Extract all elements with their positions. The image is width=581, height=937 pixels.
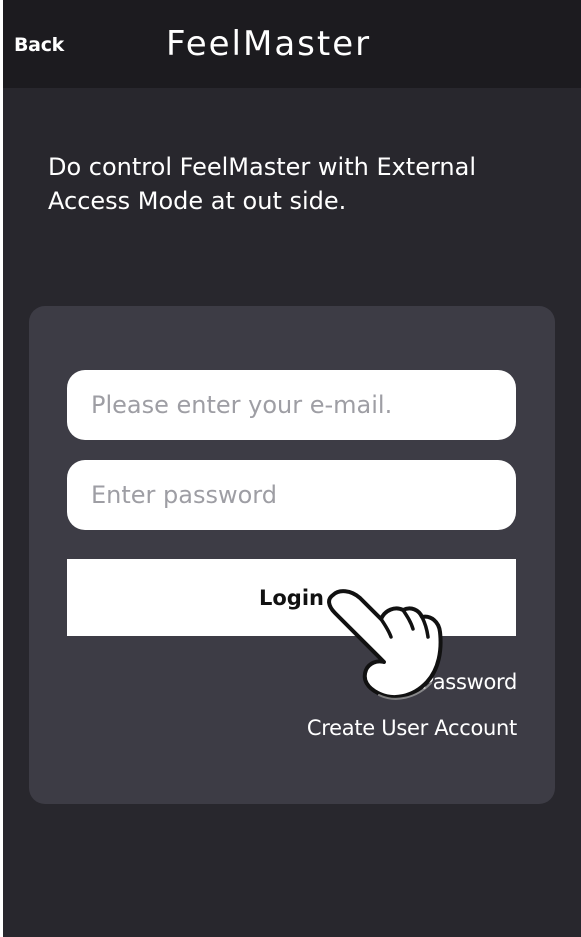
top-bar: Back FeelMaster [3,0,581,88]
create-account-link[interactable]: Create User Account [307,716,517,740]
app-screen: Back FeelMaster Do control FeelMaster wi… [3,0,581,937]
intro-text: Do control FeelMaster with External Acce… [48,153,477,215]
back-button[interactable]: Back [14,30,64,60]
find-password-link[interactable]: Find Password [373,670,517,694]
login-button[interactable]: Login [67,559,516,636]
login-panel: Login Find Password Create User Account [29,306,555,804]
password-field[interactable] [67,460,516,530]
email-field[interactable] [67,370,516,440]
app-title: FeelMaster [166,24,372,64]
